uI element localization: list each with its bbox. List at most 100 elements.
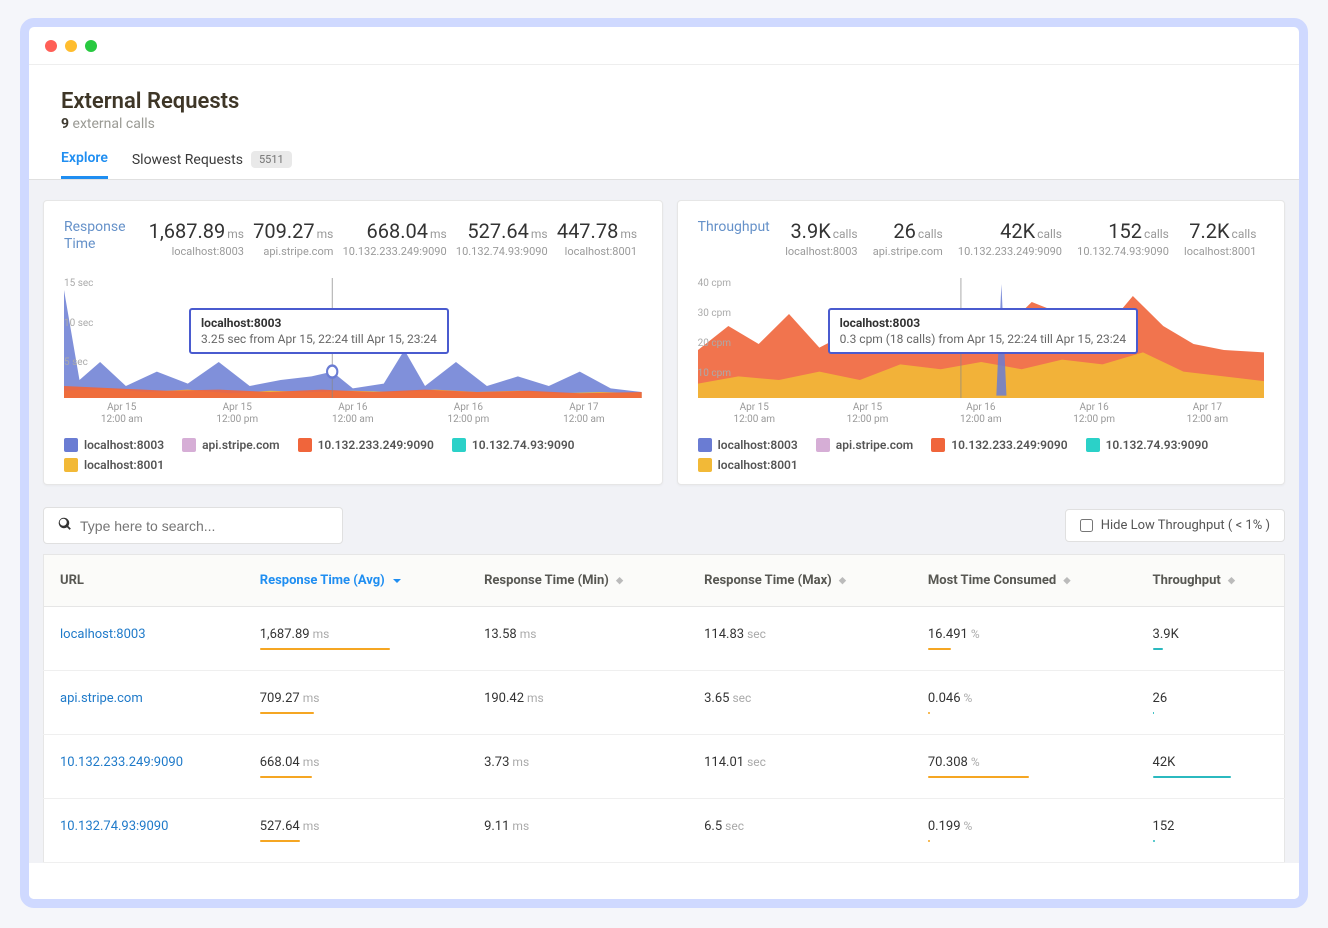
- col-consumed-label: Most Time Consumed: [928, 573, 1056, 588]
- stat-item: 7.2Kcallslocalhost:8001: [1184, 219, 1256, 258]
- cell-resp-max: 3.65sec: [688, 671, 912, 735]
- legend-item[interactable]: localhost:8001: [698, 458, 798, 472]
- x-tick: Apr 1512:00 pm: [847, 402, 889, 426]
- legend-item[interactable]: 10.132.74.93:9090: [1086, 438, 1209, 452]
- cell-throughput: 26: [1137, 671, 1285, 735]
- tooltip-title: localhost:8003: [840, 316, 1126, 330]
- table-body: localhost:80031,687.89ms13.58ms114.83sec…: [44, 607, 1285, 863]
- stat-item: 152calls10.132.74.93:9090: [1077, 219, 1169, 258]
- close-icon[interactable]: [45, 40, 57, 52]
- table-toolbar: Hide Low Throughput ( < 1% ): [29, 495, 1299, 544]
- cell-consumed: 0.199%: [912, 799, 1137, 863]
- external-calls-count: 9: [61, 116, 69, 132]
- cell-resp-avg: 668.04ms: [244, 735, 468, 799]
- cell-throughput: 152: [1137, 799, 1285, 863]
- cell-consumed: 16.491%: [912, 607, 1137, 671]
- throughput-panel: Throughput 3.9Kcallslocalhost:8003 26call…: [677, 200, 1285, 485]
- tab-slowest-requests[interactable]: Slowest Requests 5511: [132, 151, 292, 178]
- col-resp-avg-label: Response Time (Avg): [260, 573, 385, 588]
- filter-label: Hide Low Throughput ( < 1% ): [1101, 518, 1270, 533]
- window-chrome: External Requests 9 external calls Explo…: [20, 18, 1308, 908]
- tab-explore[interactable]: Explore: [61, 150, 108, 179]
- legend-item[interactable]: 10.132.74.93:9090: [452, 438, 575, 452]
- x-tick: Apr 1712:00 am: [1187, 402, 1229, 426]
- external-calls-label: external calls: [73, 116, 155, 132]
- x-tick: Apr 1612:00 am: [960, 402, 1002, 426]
- cell-resp-max: 114.01sec: [688, 735, 912, 799]
- sort-icon: ◆: [1228, 578, 1235, 584]
- response-time-xaxis: Apr 1512:00 amApr 1512:00 pmApr 1612:00 …: [64, 402, 642, 426]
- y-tick: 10 cpm: [698, 368, 731, 379]
- search-icon: [58, 516, 72, 535]
- hide-low-throughput-toggle[interactable]: Hide Low Throughput ( < 1% ): [1065, 509, 1285, 542]
- stat-item: 42Kcalls10.132.233.249:9090: [958, 219, 1062, 258]
- col-throughput-label: Throughput: [1153, 573, 1221, 588]
- stat-item: 1,687.89mslocalhost:8003: [149, 219, 244, 258]
- tooltip-body: 0.3 cpm (18 calls) from Apr 15, 22:24 ti…: [840, 332, 1126, 346]
- search-box[interactable]: [43, 507, 343, 544]
- legend-item[interactable]: api.stripe.com: [816, 438, 913, 452]
- throughput-title: Throughput: [698, 219, 778, 236]
- tooltip-title: localhost:8003: [201, 316, 437, 330]
- legend-item[interactable]: 10.132.233.249:9090: [931, 438, 1067, 452]
- col-throughput[interactable]: Throughput ◆: [1137, 555, 1285, 607]
- col-resp-min-label: Response Time (Min): [484, 573, 609, 588]
- cell-throughput: 42K: [1137, 735, 1285, 799]
- response-time-stats: 1,687.89mslocalhost:8003709.27msapi.stri…: [144, 219, 642, 258]
- stat-item: 3.9Kcallslocalhost:8003: [785, 219, 857, 258]
- cell-url: localhost:8003: [44, 607, 244, 671]
- url-link[interactable]: 10.132.233.249:9090: [60, 755, 183, 770]
- page-title: External Requests: [61, 89, 1267, 114]
- table-row: 10.132.233.249:9090 668.04ms3.73ms114.01s…: [44, 735, 1285, 799]
- col-resp-max[interactable]: Response Time (Max) ◆: [688, 555, 912, 607]
- col-resp-avg[interactable]: Response Time (Avg): [244, 555, 468, 607]
- sort-desc-icon: [392, 576, 402, 586]
- hide-low-throughput-checkbox[interactable]: [1080, 519, 1093, 532]
- legend-item[interactable]: api.stripe.com: [182, 438, 279, 452]
- legend-item[interactable]: localhost:8003: [698, 438, 798, 452]
- response-time-title: Response Time: [64, 219, 144, 253]
- minimize-icon[interactable]: [65, 40, 77, 52]
- legend-item[interactable]: 10.132.233.249:9090: [298, 438, 434, 452]
- col-consumed[interactable]: Most Time Consumed ◆: [912, 555, 1137, 607]
- requests-table-wrap: URL Response Time (Avg) Response Time (M…: [29, 544, 1299, 863]
- chart-tooltip: localhost:8003 0.3 cpm (18 calls) from A…: [828, 308, 1138, 354]
- stat-item: 447.78mslocalhost:8001: [557, 219, 637, 258]
- y-tick: 40 cpm: [698, 278, 731, 289]
- col-resp-min[interactable]: Response Time (Min) ◆: [468, 555, 688, 607]
- legend-item[interactable]: localhost:8001: [64, 458, 164, 472]
- cell-resp-min: 3.73ms: [468, 735, 688, 799]
- maximize-icon[interactable]: [85, 40, 97, 52]
- throughput-legend: localhost:8003 api.stripe.com 10.132.233.2…: [698, 438, 1264, 472]
- search-input[interactable]: [80, 518, 328, 534]
- response-time-chart[interactable]: 15 sec 10 sec 5 sec localhost:8003 3.25 …: [64, 278, 642, 398]
- requests-table: URL Response Time (Avg) Response Time (M…: [43, 554, 1285, 863]
- cell-url: api.stripe.com: [44, 671, 244, 735]
- throughput-chart[interactable]: 40 cpm 30 cpm 20 cpm 10 cpm localhost:80…: [698, 278, 1264, 398]
- cell-throughput: 3.9K: [1137, 607, 1285, 671]
- x-tick: Apr 1512:00 am: [733, 402, 775, 426]
- x-tick: Apr 1612:00 pm: [1073, 402, 1115, 426]
- cell-resp-min: 9.11ms: [468, 799, 688, 863]
- legend-item[interactable]: localhost:8003: [64, 438, 164, 452]
- table-row: localhost:80031,687.89ms13.58ms114.83sec…: [44, 607, 1285, 671]
- url-link[interactable]: 10.132.74.93:9090: [60, 819, 168, 834]
- page-header: External Requests 9 external calls: [29, 65, 1299, 142]
- response-time-panel: Response Time 1,687.89mslocalhost:800370…: [43, 200, 663, 485]
- cell-resp-avg: 527.64ms: [244, 799, 468, 863]
- x-tick: Apr 1712:00 am: [563, 402, 605, 426]
- slowest-count-badge: 5511: [251, 151, 292, 168]
- stat-item: 26callsapi.stripe.com: [873, 219, 943, 258]
- col-url[interactable]: URL: [44, 555, 244, 607]
- sort-icon: ◆: [1063, 578, 1070, 584]
- stat-item: 709.27msapi.stripe.com: [253, 219, 333, 258]
- throughput-xaxis: Apr 1512:00 am Apr 1512:00 pm Apr 1612:00 …: [698, 402, 1264, 426]
- y-tick: 5 sec: [64, 357, 88, 368]
- traffic-lights: [45, 40, 97, 52]
- x-tick: Apr 1512:00 pm: [216, 402, 258, 426]
- cell-url: 10.132.74.93:9090: [44, 799, 244, 863]
- table-row: 10.132.74.93:9090 527.64ms9.11ms6.5sec0.1…: [44, 799, 1285, 863]
- url-link[interactable]: api.stripe.com: [60, 691, 143, 706]
- url-link[interactable]: localhost:8003: [60, 627, 146, 642]
- cell-resp-max: 6.5sec: [688, 799, 912, 863]
